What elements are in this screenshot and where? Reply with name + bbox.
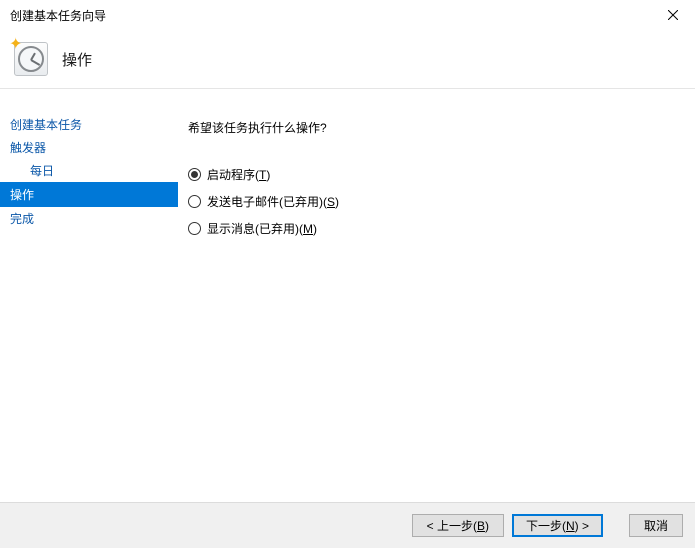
back-button[interactable]: < 上一步(B) (412, 514, 504, 537)
radio-label: 发送电子邮件(已弃用)(S) (207, 193, 339, 210)
radio-indicator-icon (188, 168, 201, 181)
wizard-body: 创建基本任务 触发器 每日 操作 完成 希望该任务执行什么操作? 启动程序(T)… (0, 89, 695, 492)
action-question: 希望该任务执行什么操作? (188, 119, 695, 136)
radio-label: 启动程序(T) (207, 166, 270, 183)
cancel-button[interactable]: 取消 (629, 514, 683, 537)
radio-label: 显示消息(已弃用)(M) (207, 220, 317, 237)
wizard-footer: < 上一步(B) 下一步(N) > 取消 (0, 502, 695, 548)
radio-indicator-icon (188, 195, 201, 208)
sidebar: 创建基本任务 触发器 每日 操作 完成 (0, 89, 178, 492)
radio-start-program[interactable]: 启动程序(T) (188, 166, 695, 183)
radio-indicator-icon (188, 222, 201, 235)
titlebar: 创建基本任务向导 (0, 0, 695, 30)
next-button[interactable]: 下一步(N) > (512, 514, 603, 537)
window-title: 创建基本任务向导 (10, 7, 106, 24)
close-icon (668, 10, 678, 20)
sidebar-item-action[interactable]: 操作 (0, 182, 178, 207)
action-radio-group: 启动程序(T) 发送电子邮件(已弃用)(S) 显示消息(已弃用)(M) (188, 166, 695, 237)
radio-send-email[interactable]: 发送电子邮件(已弃用)(S) (188, 193, 695, 210)
sidebar-item-daily[interactable]: 每日 (0, 159, 178, 182)
wizard-header: ✦ 操作 (0, 30, 695, 88)
sidebar-item-create-task[interactable]: 创建基本任务 (0, 113, 178, 136)
sidebar-item-finish[interactable]: 完成 (0, 207, 178, 230)
task-clock-icon: ✦ (14, 42, 48, 76)
close-button[interactable] (659, 3, 687, 27)
page-title: 操作 (62, 49, 92, 70)
sidebar-item-trigger[interactable]: 触发器 (0, 136, 178, 159)
main-panel: 希望该任务执行什么操作? 启动程序(T) 发送电子邮件(已弃用)(S) 显示消息… (178, 89, 695, 492)
radio-show-message[interactable]: 显示消息(已弃用)(M) (188, 220, 695, 237)
